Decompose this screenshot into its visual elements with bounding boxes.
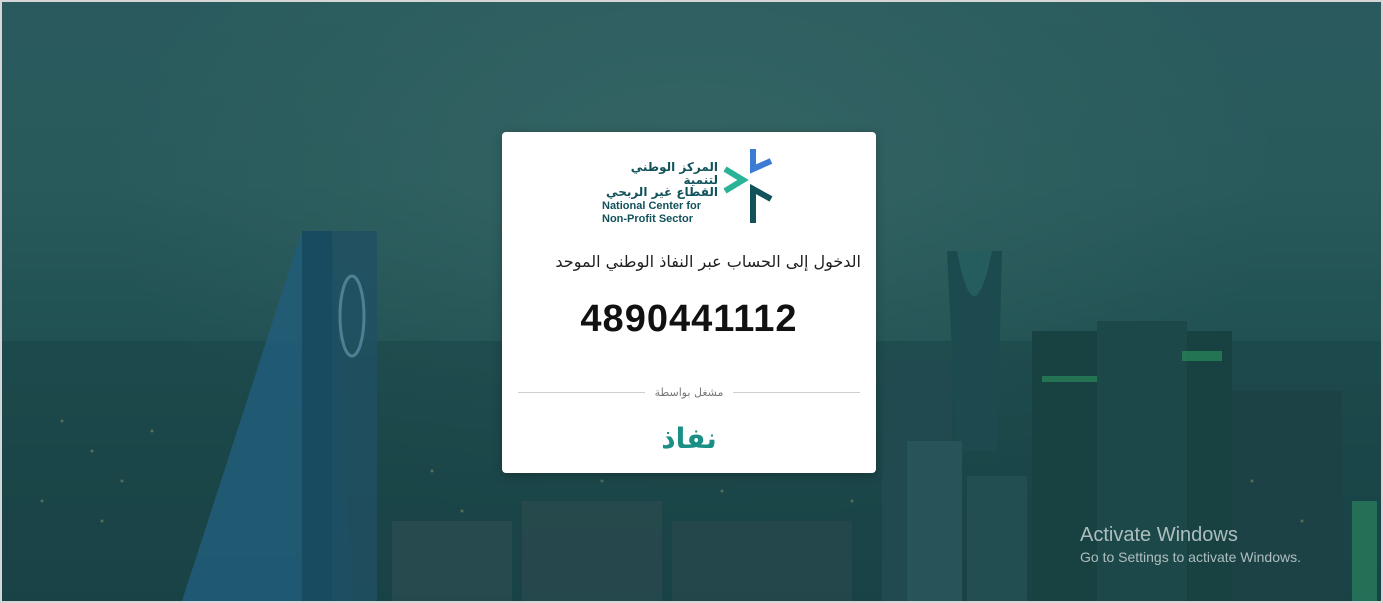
divider-line-right [733,392,860,393]
divider-line-left [518,392,645,393]
logo-text: المركز الوطني لتنمية القطاع غير الربحي N… [602,161,718,226]
ncnp-logo-mark-icon [723,149,773,223]
login-title: الدخول إلى الحساب عبر النفاذ الوطني المو… [555,252,861,271]
logo-arabic-line-1: المركز الوطني لتنمية [630,160,718,187]
ncnp-logo: المركز الوطني لتنمية القطاع غير الربحي N… [602,147,777,227]
watermark-subtitle: Go to Settings to activate Windows. [1080,549,1301,565]
watermark-title: Activate Windows [1080,524,1238,546]
nafath-logo: نفاذ [661,422,717,455]
browser-viewport: المركز الوطني لتنمية القطاع غير الربحي N… [0,0,1383,603]
verification-code: 4890441112 [580,298,798,340]
logo-english-line-2: Non-Profit Sector [602,213,694,226]
activate-windows-watermark: Activate Windows Go to Settings to activ… [1080,524,1301,565]
logo-arabic-line-2: القطاع غير الربحي [606,185,718,200]
operated-by-divider: مشغل بواسطة [518,386,860,399]
operated-by-label: مشغل بواسطة [654,386,724,399]
logo-english-line-1: National Center for [602,199,702,212]
login-card: المركز الوطني لتنمية القطاع غير الربحي N… [502,132,876,473]
